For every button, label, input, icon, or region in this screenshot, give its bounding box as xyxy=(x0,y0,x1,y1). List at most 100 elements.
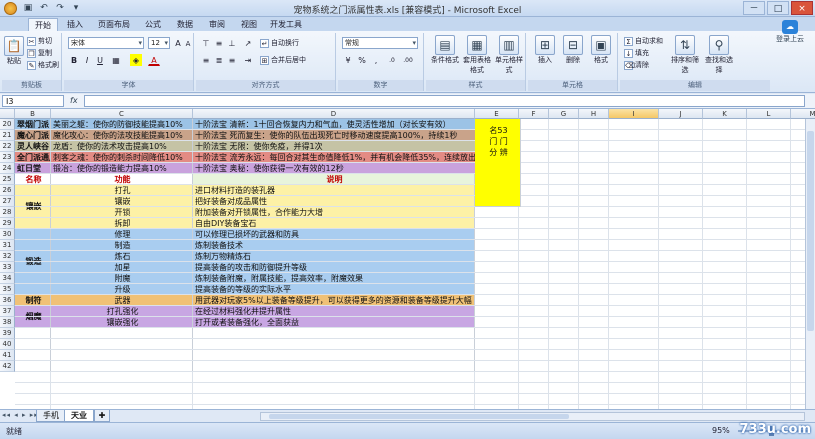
group-name-cell[interactable]: 镶嵌 xyxy=(15,185,51,229)
name-box[interactable]: I3 xyxy=(2,95,64,107)
row-header[interactable]: 39 xyxy=(0,328,15,339)
column-header[interactable]: H xyxy=(579,109,609,119)
tab-data[interactable]: 数据 xyxy=(170,18,200,31)
font-name-select[interactable]: 宋体 xyxy=(68,37,144,49)
paste-button[interactable]: 📋 粘贴 xyxy=(4,36,24,66)
format-as-table-button[interactable]: ▦ 套用表格格式 xyxy=(462,35,492,75)
font-size-select[interactable]: 12 xyxy=(148,37,170,49)
format-painter-button[interactable]: ✎ 格式刷 xyxy=(27,60,59,70)
autosum-button[interactable]: Σ 自动求和 xyxy=(624,36,663,46)
column-header[interactable]: L xyxy=(747,109,791,119)
find-select-button[interactable]: ⚲ 查找和选择 xyxy=(704,35,734,75)
tab-developer[interactable]: 开发工具 xyxy=(266,18,306,31)
fx-icon[interactable]: fx xyxy=(70,96,78,105)
sheet-nav-arrows-icon[interactable]: ◂◂ ◂ ▸ ▸▸ xyxy=(2,411,39,419)
align-top-icon[interactable]: ⊤ xyxy=(200,37,212,49)
wrap-text-button[interactable]: ↵ 自动换行 xyxy=(260,38,299,48)
underline-button[interactable]: U xyxy=(94,54,106,66)
horizontal-scroll-thumb[interactable] xyxy=(269,414,569,419)
row-header[interactable]: 26 xyxy=(0,185,15,196)
row-header[interactable]: 22 xyxy=(0,141,15,152)
row-header[interactable]: 42 xyxy=(0,361,15,372)
cut-button[interactable]: ✂ 剪切 xyxy=(27,36,52,46)
orientation-icon[interactable]: ↗ xyxy=(242,37,254,49)
column-header[interactable]: J xyxy=(659,109,703,119)
font-color-button[interactable]: A xyxy=(148,54,160,66)
group-name-cell[interactable]: 烟魔 xyxy=(15,306,51,328)
merge-center-button[interactable]: ⊞ 合并后居中 xyxy=(260,55,306,65)
row-header[interactable]: 23 xyxy=(0,152,15,163)
fill-button[interactable]: ↓ 填充 xyxy=(624,48,649,58)
tab-page-layout[interactable]: 页面布局 xyxy=(92,18,136,31)
shrink-font-button[interactable]: A xyxy=(182,37,194,49)
align-left-icon[interactable]: ≡ xyxy=(200,54,212,66)
formula-input[interactable] xyxy=(84,95,805,107)
row-header[interactable]: 40 xyxy=(0,339,15,350)
borders-icon[interactable]: ▦ xyxy=(110,54,122,66)
align-bottom-icon[interactable]: ⊥ xyxy=(226,37,238,49)
clear-button[interactable]: ⌫ 清除 xyxy=(624,60,649,70)
column-header[interactable]: E xyxy=(475,109,519,119)
indent-icon[interactable]: ⇥ xyxy=(242,54,254,66)
row-header[interactable]: 41 xyxy=(0,350,15,361)
tab-formulas[interactable]: 公式 xyxy=(138,18,168,31)
row-header[interactable]: 27 xyxy=(0,196,15,207)
tab-home[interactable]: 开始 xyxy=(28,18,58,31)
row-header[interactable]: 34 xyxy=(0,273,15,284)
column-header[interactable]: B xyxy=(15,109,51,119)
comma-button[interactable]: , xyxy=(370,54,382,66)
align-right-icon[interactable]: ≡ xyxy=(226,54,238,66)
sheet-tab-1[interactable]: 手机 xyxy=(36,410,66,422)
row-header[interactable]: 37 xyxy=(0,306,15,317)
row-header[interactable]: 31 xyxy=(0,240,15,251)
maximize-button[interactable]: □ xyxy=(767,1,789,15)
new-sheet-icon[interactable]: ✚ xyxy=(94,410,110,422)
column-header[interactable]: I xyxy=(609,109,659,119)
delete-cells-button[interactable]: ⊟ 删除 xyxy=(560,35,586,65)
format-cells-button[interactable]: ▣ 格式 xyxy=(588,35,614,65)
column-header[interactable]: G xyxy=(549,109,579,119)
row-header[interactable]: 30 xyxy=(0,229,15,240)
tab-review[interactable]: 审阅 xyxy=(202,18,232,31)
cloud-login-button[interactable]: ☁ 登录上云 xyxy=(769,18,811,48)
number-format-select[interactable]: 常规 xyxy=(342,37,418,49)
decrease-decimal-button[interactable]: .00 xyxy=(402,54,414,66)
column-header[interactable]: C xyxy=(51,109,193,119)
bold-button[interactable]: B xyxy=(68,54,80,66)
fill-color-icon[interactable]: ◈ xyxy=(130,54,142,66)
italic-button[interactable]: I xyxy=(81,54,93,66)
column-header[interactable]: F xyxy=(519,109,549,119)
insert-cells-button[interactable]: ⊞ 插入 xyxy=(532,35,558,65)
row-header[interactable]: 25 xyxy=(0,174,15,185)
tab-view[interactable]: 视图 xyxy=(234,18,264,31)
row-header[interactable]: 35 xyxy=(0,284,15,295)
conditional-format-button[interactable]: ▤ 条件格式 xyxy=(430,35,460,65)
row-header[interactable]: 28 xyxy=(0,207,15,218)
zoom-level[interactable]: 95% xyxy=(712,426,730,435)
vertical-scrollbar[interactable] xyxy=(805,119,815,409)
tab-insert[interactable]: 插入 xyxy=(60,18,90,31)
spreadsheet-grid[interactable]: BCDEFGHIJKLMN20翠烟门派美丽之躯：使你的防御技能提高10%十阶法宝… xyxy=(0,109,815,409)
column-header[interactable]: D xyxy=(193,109,475,119)
select-all-corner[interactable] xyxy=(0,109,15,119)
row-header[interactable]: 20 xyxy=(0,119,15,130)
sort-filter-button[interactable]: ⇅ 排序和筛选 xyxy=(670,35,700,75)
increase-decimal-button[interactable]: .0 xyxy=(386,54,398,66)
side-note[interactable]: 名53 门 门分 辨 xyxy=(475,119,521,207)
close-button[interactable]: × xyxy=(791,1,813,15)
horizontal-scrollbar[interactable] xyxy=(260,412,805,421)
sheet-tab-2[interactable]: 天业 xyxy=(64,410,94,422)
column-header[interactable]: M xyxy=(791,109,815,119)
column-header[interactable]: K xyxy=(703,109,747,119)
row-header[interactable]: 24 xyxy=(0,163,15,174)
row-header[interactable]: 38 xyxy=(0,317,15,328)
percent-button[interactable]: % xyxy=(356,54,368,66)
minimize-button[interactable]: － xyxy=(743,1,765,15)
row-header[interactable]: 33 xyxy=(0,262,15,273)
copy-button[interactable]: ❐ 复制 xyxy=(27,48,52,58)
row-header[interactable]: 32 xyxy=(0,251,15,262)
row-header[interactable]: 21 xyxy=(0,130,15,141)
row-header[interactable]: 29 xyxy=(0,218,15,229)
align-middle-icon[interactable]: ≡ xyxy=(213,37,225,49)
align-center-icon[interactable]: ≣ xyxy=(213,54,225,66)
